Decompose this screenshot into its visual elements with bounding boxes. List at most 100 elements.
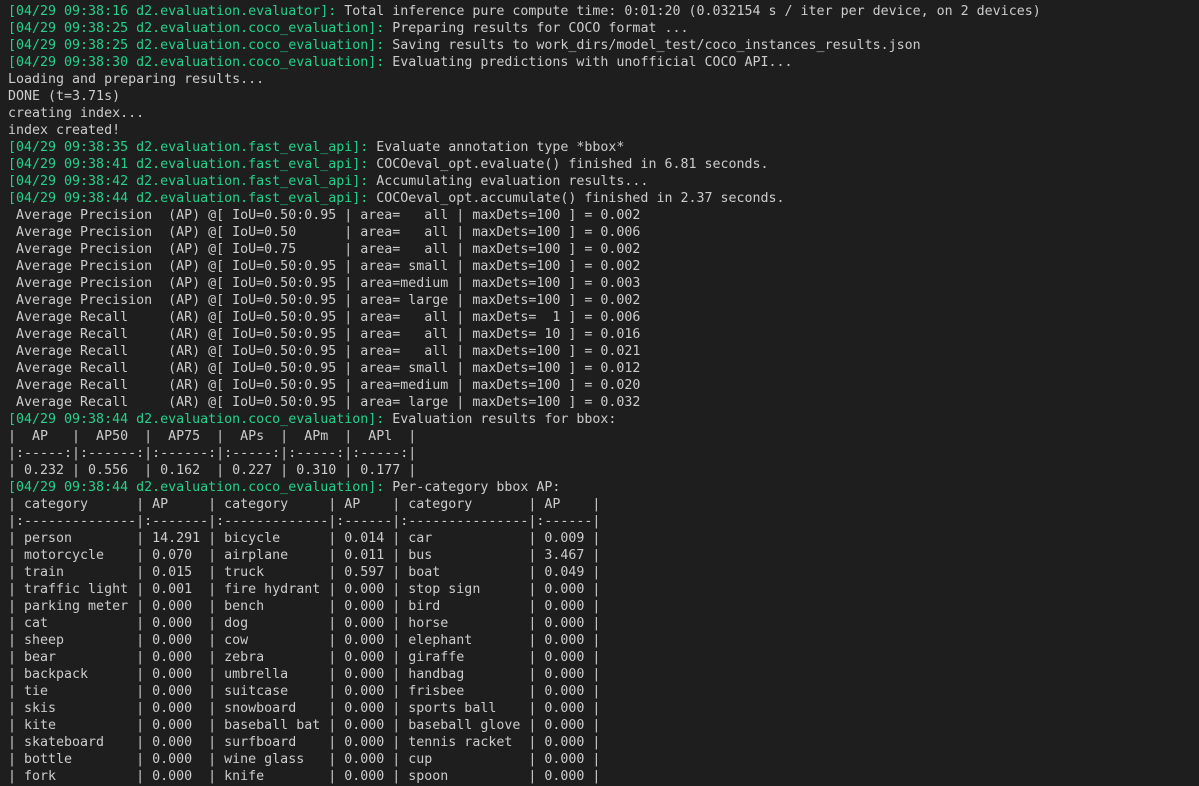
terminal-line: Average Recall (AR) @[ IoU=0.50:0.95 | a…	[8, 343, 1199, 360]
log-prefix: [04/29 09:38:44 d2.evaluation.coco_evalu…	[8, 412, 385, 427]
terminal-line: | sheep | 0.000 | cow | 0.000 | elephant…	[8, 632, 1199, 649]
log-prefix: [04/29 09:38:30 d2.evaluation.coco_evalu…	[8, 55, 385, 70]
terminal-line: | tie | 0.000 | suitcase | 0.000 | frisb…	[8, 683, 1199, 700]
log-message: | motorcycle | 0.070 | airplane | 0.011 …	[8, 548, 601, 563]
log-prefix: [04/29 09:38:41 d2.evaluation.fast_eval_…	[8, 157, 369, 172]
log-message: Preparing results for COCO format ...	[384, 21, 689, 36]
terminal-line: Average Precision (AP) @[ IoU=0.50 | are…	[8, 224, 1199, 241]
log-message: | person | 14.291 | bicycle | 0.014 | ca…	[8, 531, 601, 546]
log-message: creating index...	[8, 106, 145, 121]
log-message: Average Recall (AR) @[ IoU=0.50:0.95 | a…	[8, 361, 641, 376]
log-message: | parking meter | 0.000 | bench | 0.000 …	[8, 599, 601, 614]
terminal-line: [04/29 09:38:30 d2.evaluation.coco_evalu…	[8, 54, 1199, 71]
terminal-line: |:-----:|:------:|:------:|:-----:|:----…	[8, 445, 1199, 462]
terminal-line: [04/29 09:38:25 d2.evaluation.coco_evalu…	[8, 37, 1199, 54]
log-prefix: [04/29 09:38:25 d2.evaluation.coco_evalu…	[8, 21, 385, 36]
log-message: Evaluating predictions with unofficial C…	[384, 55, 793, 70]
log-message: |:-----:|:------:|:------:|:-----:|:----…	[8, 446, 417, 461]
terminal-line: [04/29 09:38:44 d2.evaluation.coco_evalu…	[8, 411, 1199, 428]
terminal-line: | train | 0.015 | truck | 0.597 | boat |…	[8, 564, 1199, 581]
terminal-line: | backpack | 0.000 | umbrella | 0.000 | …	[8, 666, 1199, 683]
log-message: Total inference pure compute time: 0:01:…	[336, 4, 1041, 19]
log-message: | AP | AP50 | AP75 | APs | APm | APl |	[8, 429, 417, 444]
terminal-line: | AP | AP50 | AP75 | APs | APm | APl |	[8, 428, 1199, 445]
terminal-line: Average Precision (AP) @[ IoU=0.50:0.95 …	[8, 207, 1199, 224]
log-message: | skis | 0.000 | snowboard | 0.000 | spo…	[8, 701, 601, 716]
terminal-line: Average Recall (AR) @[ IoU=0.50:0.95 | a…	[8, 394, 1199, 411]
log-message: | bear | 0.000 | zebra | 0.000 | giraffe…	[8, 650, 601, 665]
log-message: Average Recall (AR) @[ IoU=0.50:0.95 | a…	[8, 378, 641, 393]
log-prefix: [04/29 09:38:25 d2.evaluation.coco_evalu…	[8, 38, 385, 53]
log-message: DONE (t=3.71s)	[8, 89, 121, 104]
terminal-line: | bear | 0.000 | zebra | 0.000 | giraffe…	[8, 649, 1199, 666]
terminal-line: | bottle | 0.000 | wine glass | 0.000 | …	[8, 751, 1199, 768]
terminal-line: | category | AP | category | AP | catego…	[8, 496, 1199, 513]
log-message: Average Precision (AP) @[ IoU=0.50 | are…	[8, 225, 641, 240]
log-message: Average Precision (AP) @[ IoU=0.75 | are…	[8, 242, 641, 257]
terminal-line: Average Precision (AP) @[ IoU=0.50:0.95 …	[8, 258, 1199, 275]
log-message: | 0.232 | 0.556 | 0.162 | 0.227 | 0.310 …	[8, 463, 417, 478]
log-message: Average Recall (AR) @[ IoU=0.50:0.95 | a…	[8, 395, 641, 410]
terminal-line: [04/29 09:38:35 d2.evaluation.fast_eval_…	[8, 139, 1199, 156]
terminal-line: Average Precision (AP) @[ IoU=0.50:0.95 …	[8, 292, 1199, 309]
log-message: | bottle | 0.000 | wine glass | 0.000 | …	[8, 752, 601, 767]
terminal-line: [04/29 09:38:44 d2.evaluation.fast_eval_…	[8, 190, 1199, 207]
terminal-line: Loading and preparing results...	[8, 71, 1199, 88]
terminal-line: | motorcycle | 0.070 | airplane | 0.011 …	[8, 547, 1199, 564]
log-message: |:--------------|:-------|:-------------…	[8, 514, 601, 529]
terminal-line: |:--------------|:-------|:-------------…	[8, 513, 1199, 530]
terminal-line: DONE (t=3.71s)	[8, 88, 1199, 105]
log-message: | skateboard | 0.000 | surfboard | 0.000…	[8, 735, 601, 750]
log-message: | traffic light | 0.001 | fire hydrant |…	[8, 582, 601, 597]
terminal-line: Average Precision (AP) @[ IoU=0.50:0.95 …	[8, 275, 1199, 292]
log-message: Average Precision (AP) @[ IoU=0.50:0.95 …	[8, 276, 641, 291]
log-message: Loading and preparing results...	[8, 72, 265, 87]
log-message: | backpack | 0.000 | umbrella | 0.000 | …	[8, 667, 601, 682]
terminal-line: [04/29 09:38:44 d2.evaluation.coco_evalu…	[8, 479, 1199, 496]
log-message: | cat | 0.000 | dog | 0.000 | horse | 0.…	[8, 616, 601, 631]
terminal-line: [04/29 09:38:41 d2.evaluation.fast_eval_…	[8, 156, 1199, 173]
log-prefix: [04/29 09:38:44 d2.evaluation.coco_evalu…	[8, 480, 385, 495]
terminal-line: [04/29 09:38:25 d2.evaluation.coco_evalu…	[8, 20, 1199, 37]
log-message: Accumulating evaluation results...	[368, 174, 649, 189]
log-message: COCOeval_opt.evaluate() finished in 6.81…	[368, 157, 769, 172]
terminal-line: Average Precision (AP) @[ IoU=0.75 | are…	[8, 241, 1199, 258]
terminal-line: | parking meter | 0.000 | bench | 0.000 …	[8, 598, 1199, 615]
terminal-line: | skis | 0.000 | snowboard | 0.000 | spo…	[8, 700, 1199, 717]
log-message: index created!	[8, 123, 121, 138]
log-message: Saving results to work_dirs/model_test/c…	[384, 38, 921, 53]
log-message: | kite | 0.000 | baseball bat | 0.000 | …	[8, 718, 601, 733]
terminal-line: [04/29 09:38:16 d2.evaluation.evaluator]…	[8, 3, 1199, 20]
log-message: | train | 0.015 | truck | 0.597 | boat |…	[8, 565, 601, 580]
terminal-line: | cat | 0.000 | dog | 0.000 | horse | 0.…	[8, 615, 1199, 632]
terminal-line: creating index...	[8, 105, 1199, 122]
log-message: Average Recall (AR) @[ IoU=0.50:0.95 | a…	[8, 310, 641, 325]
terminal-line: | fork | 0.000 | knife | 0.000 | spoon |…	[8, 768, 1199, 785]
terminal-line: Average Recall (AR) @[ IoU=0.50:0.95 | a…	[8, 377, 1199, 394]
log-message: COCOeval_opt.accumulate() finished in 2.…	[368, 191, 785, 206]
log-prefix: [04/29 09:38:16 d2.evaluation.evaluator]…	[8, 4, 337, 19]
log-message: Per-category bbox AP:	[384, 480, 561, 495]
log-message: | category | AP | category | AP | catego…	[8, 497, 601, 512]
log-message: | tie | 0.000 | suitcase | 0.000 | frisb…	[8, 684, 601, 699]
log-message: Evaluate annotation type *bbox*	[368, 140, 625, 155]
log-message: | fork | 0.000 | knife | 0.000 | spoon |…	[8, 769, 601, 784]
terminal-line: Average Recall (AR) @[ IoU=0.50:0.95 | a…	[8, 326, 1199, 343]
terminal-line: Average Recall (AR) @[ IoU=0.50:0.95 | a…	[8, 309, 1199, 326]
log-message: Average Precision (AP) @[ IoU=0.50:0.95 …	[8, 293, 641, 308]
terminal-output[interactable]: [04/29 09:38:16 d2.evaluation.evaluator]…	[0, 0, 1199, 786]
terminal-line: [04/29 09:38:42 d2.evaluation.fast_eval_…	[8, 173, 1199, 190]
log-prefix: [04/29 09:38:42 d2.evaluation.fast_eval_…	[8, 174, 369, 189]
terminal-line: | skateboard | 0.000 | surfboard | 0.000…	[8, 734, 1199, 751]
log-message: | sheep | 0.000 | cow | 0.000 | elephant…	[8, 633, 601, 648]
log-message: Average Precision (AP) @[ IoU=0.50:0.95 …	[8, 259, 641, 274]
terminal-line: | 0.232 | 0.556 | 0.162 | 0.227 | 0.310 …	[8, 462, 1199, 479]
terminal-line: | person | 14.291 | bicycle | 0.014 | ca…	[8, 530, 1199, 547]
terminal-line: | traffic light | 0.001 | fire hydrant |…	[8, 581, 1199, 598]
log-message: Average Recall (AR) @[ IoU=0.50:0.95 | a…	[8, 327, 641, 342]
log-prefix: [04/29 09:38:44 d2.evaluation.fast_eval_…	[8, 191, 369, 206]
terminal-line: Average Recall (AR) @[ IoU=0.50:0.95 | a…	[8, 360, 1199, 377]
terminal-line: index created!	[8, 122, 1199, 139]
log-message: Evaluation results for bbox:	[384, 412, 617, 427]
terminal-line: | kite | 0.000 | baseball bat | 0.000 | …	[8, 717, 1199, 734]
